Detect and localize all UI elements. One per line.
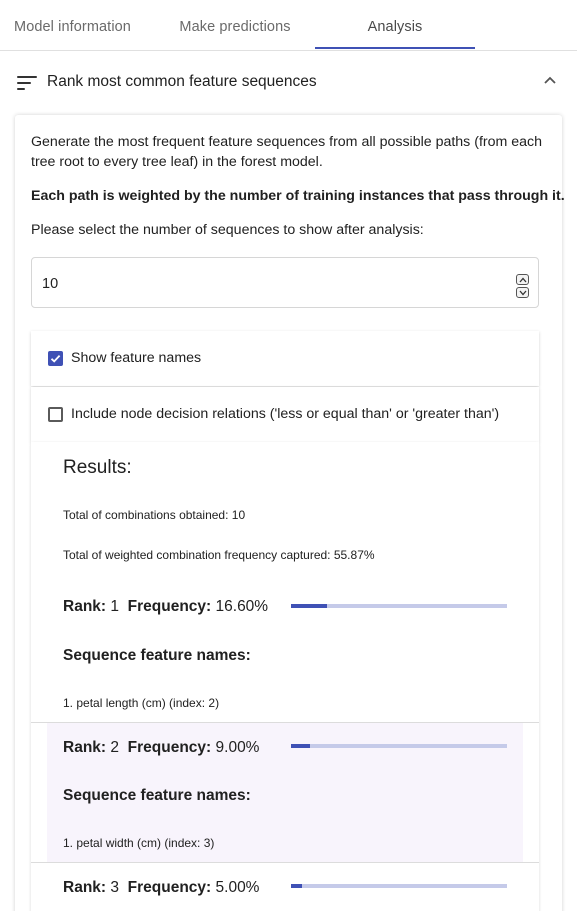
row-divider xyxy=(31,862,539,863)
frequency-value: 16.60% xyxy=(215,598,269,615)
tab-model-information[interactable]: Model information xyxy=(0,0,145,50)
tab-make-predictions[interactable]: Make predictions xyxy=(160,0,310,50)
frequency-label: Frequency: xyxy=(127,739,212,756)
include-relations-row[interactable]: Include node decision relations ('less o… xyxy=(31,387,539,442)
show-feature-names-checkbox[interactable] xyxy=(48,351,63,366)
frequency-bar-fill xyxy=(291,604,327,608)
rank-label: Rank: xyxy=(63,879,107,896)
frequency-bar xyxy=(291,744,507,748)
description-line-2: tree root to every tree leaf) in the for… xyxy=(31,154,323,170)
check-icon xyxy=(50,354,61,363)
number-stepper[interactable] xyxy=(516,274,529,298)
sequence-heading: Sequence feature names: xyxy=(63,647,251,664)
show-feature-names-label: Show feature names xyxy=(71,350,202,366)
results-title: Results: xyxy=(63,457,132,478)
frequency-bar-fill xyxy=(291,744,311,748)
panel-title: Rank most common feature sequences xyxy=(47,73,317,90)
show-feature-names-row[interactable]: Show feature names xyxy=(31,331,539,386)
rank-line: Rank: 3 Frequency: 5.00% xyxy=(63,879,259,897)
sequence-feature: 1. petal length (cm) (index: 2) xyxy=(63,696,220,710)
rank-label: Rank: xyxy=(63,598,107,615)
rank-line: Rank: 2 Frequency: 9.00% xyxy=(63,739,259,757)
weight-note: Each path is weighted by the number of t… xyxy=(31,188,565,204)
frequency-value: 9.00% xyxy=(215,739,260,756)
rank-label: Rank: xyxy=(63,739,107,756)
include-relations-checkbox[interactable] xyxy=(48,407,63,422)
frequency-bar xyxy=(291,604,507,608)
frequency-label: Frequency: xyxy=(127,879,212,896)
rank-value: 2 xyxy=(110,739,120,756)
frequency-label: Frequency: xyxy=(127,598,212,615)
frequency-bar-fill xyxy=(291,884,302,888)
total-frequency: Total of weighted combination frequency … xyxy=(63,548,375,562)
rank-value: 1 xyxy=(110,598,120,615)
frequency-value: 5.00% xyxy=(215,879,260,896)
step-up-icon[interactable] xyxy=(516,274,529,285)
tab-analysis[interactable]: Analysis xyxy=(315,0,475,50)
chevron-up-icon[interactable] xyxy=(542,73,558,89)
include-relations-label: Include node decision relations ('less o… xyxy=(71,406,500,422)
sequence-feature: 1. petal width (cm) (index: 3) xyxy=(63,836,215,850)
row-divider xyxy=(31,722,539,723)
sequence-heading: Sequence feature names: xyxy=(63,787,251,804)
step-down-icon[interactable] xyxy=(516,287,529,298)
description-line-1: Generate the most frequent feature seque… xyxy=(31,134,543,150)
tab-bar: Model information Make predictions Analy… xyxy=(0,0,577,51)
active-tab-indicator xyxy=(315,47,475,49)
select-prompt: Please select the number of sequences to… xyxy=(31,222,424,238)
sort-icon xyxy=(17,76,37,90)
num-sequences-value[interactable]: 10 xyxy=(42,276,58,292)
rank-value: 3 xyxy=(110,879,120,896)
frequency-bar xyxy=(291,884,507,888)
total-combinations: Total of combinations obtained: 10 xyxy=(63,508,246,522)
rank-line: Rank: 1 Frequency: 16.60% xyxy=(63,598,268,616)
num-sequences-input[interactable]: 10 xyxy=(31,257,539,308)
